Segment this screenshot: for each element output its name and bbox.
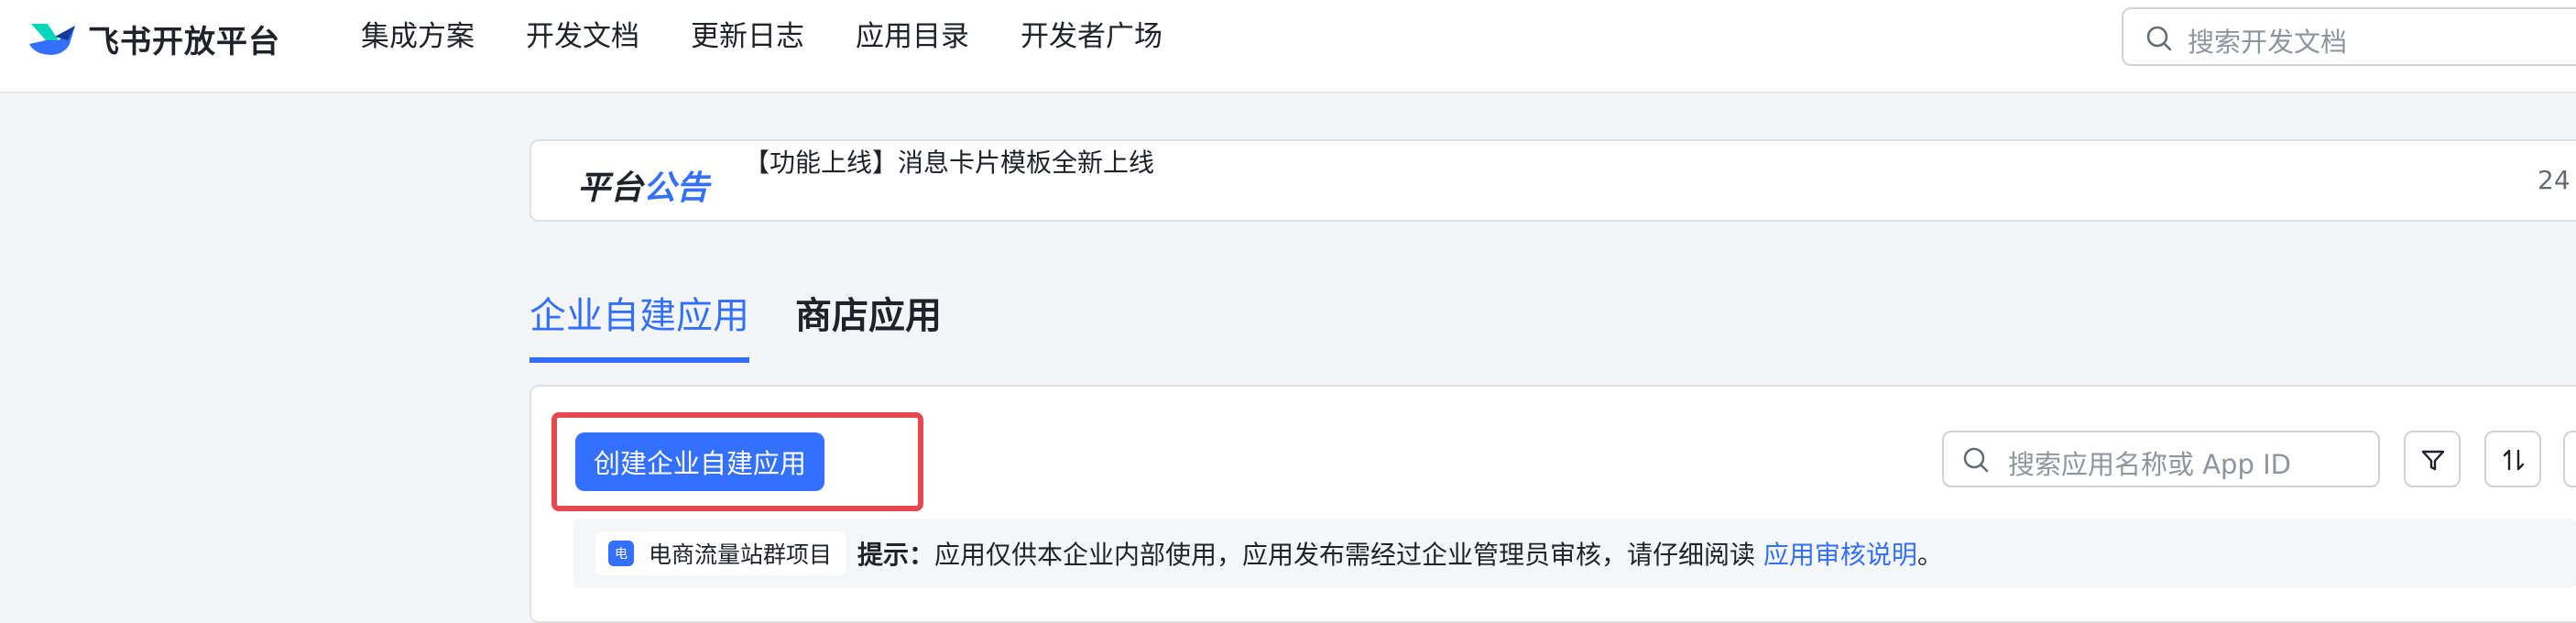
feishu-logo-icon[interactable] bbox=[27, 16, 79, 59]
search-icon bbox=[2146, 26, 2172, 51]
more-button[interactable] bbox=[2563, 431, 2576, 487]
nav-item-solutions[interactable]: 集成方案 bbox=[361, 18, 475, 55]
nav-item-app-directory[interactable]: 应用目录 bbox=[856, 18, 969, 55]
announcement-date: 24 bbox=[2538, 165, 2571, 195]
sort-icon bbox=[2503, 449, 2525, 471]
top-navigation-bar: 飞书开放平台 集成方案 开发文档 更新日志 应用目录 开发者广场 搜索开发文档 bbox=[0, 0, 2576, 93]
brand-name[interactable]: 飞书开放平台 bbox=[88, 16, 280, 61]
filter-icon bbox=[2421, 450, 2445, 471]
app-type-tabs: 企业自建应用 商店应用 bbox=[529, 286, 988, 363]
workspace-chip-label: 电商流量站群项目 bbox=[649, 541, 833, 568]
announcement-tag-part1: 平台 bbox=[577, 169, 644, 207]
announcement-tag: 平台公告 bbox=[577, 161, 709, 209]
workspace-chip[interactable]: 电 电商流量站群项目 bbox=[595, 531, 847, 575]
announcement-tag-part2: 公告 bbox=[643, 169, 710, 207]
tip-label: 提示： bbox=[857, 540, 935, 570]
tip-suffix: 。 bbox=[1916, 540, 1943, 570]
tip-text: 提示：应用仅供本企业内部使用，应用发布需经过企业管理员审核，请仔细阅读 应用审核… bbox=[857, 535, 1943, 572]
tab-enterprise-apps[interactable]: 企业自建应用 bbox=[529, 286, 749, 363]
nav-item-docs[interactable]: 开发文档 bbox=[526, 18, 639, 55]
nav-item-changelog[interactable]: 更新日志 bbox=[691, 18, 804, 55]
doc-search-input[interactable]: 搜索开发文档 bbox=[2122, 7, 2576, 66]
nav-item-developer-plaza[interactable]: 开发者广场 bbox=[1021, 18, 1162, 55]
app-search-input[interactable]: 搜索应用名称或 App ID bbox=[1942, 431, 2380, 487]
create-enterprise-app-button[interactable]: 创建企业自建应用 bbox=[575, 432, 824, 491]
main-nav: 集成方案 开发文档 更新日志 应用目录 开发者广场 bbox=[361, 18, 1214, 55]
announcement-bar[interactable]: 平台公告 【功能上线】消息卡片模板全新上线 24 bbox=[529, 139, 2576, 222]
doc-search-placeholder: 搜索开发文档 bbox=[2188, 27, 2348, 58]
announcement-message[interactable]: 【功能上线】消息卡片模板全新上线 bbox=[744, 143, 1154, 180]
app-search-placeholder: 搜索应用名称或 App ID bbox=[2008, 449, 2291, 480]
search-icon bbox=[1963, 447, 1989, 473]
filter-button[interactable] bbox=[2404, 431, 2461, 487]
review-guide-link[interactable]: 应用审核说明 bbox=[1763, 540, 1917, 570]
tab-store-apps[interactable]: 商店应用 bbox=[795, 286, 942, 363]
workspace-chip-icon: 电 bbox=[608, 541, 634, 566]
sort-button[interactable] bbox=[2484, 431, 2541, 487]
tip-body: 应用仅供本企业内部使用，应用发布需经过企业管理员审核，请仔细阅读 bbox=[934, 540, 1763, 570]
